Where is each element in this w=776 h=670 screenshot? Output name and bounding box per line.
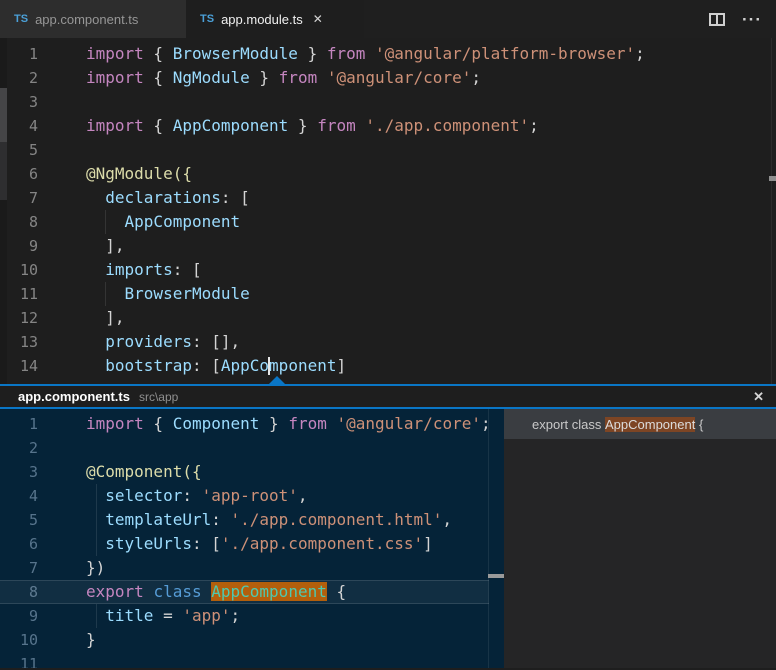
code-text bbox=[38, 652, 86, 668]
code-text: } bbox=[38, 628, 96, 652]
peek-overview-ruler bbox=[488, 409, 504, 668]
code-text: @NgModule({ bbox=[38, 162, 192, 186]
peek-file-path: src\app bbox=[139, 390, 178, 404]
typescript-file-icon: TS bbox=[200, 13, 214, 25]
code-line[interactable]: 1import { BrowserModule } from '@angular… bbox=[0, 42, 776, 66]
code-line[interactable]: 2 bbox=[0, 436, 504, 460]
scrollbar-thumb[interactable] bbox=[0, 88, 7, 142]
code-text: import { Component } from '@angular/core… bbox=[38, 412, 491, 436]
code-line[interactable]: 8export class AppComponent { bbox=[0, 580, 504, 604]
code-line[interactable]: 5 bbox=[0, 138, 776, 162]
code-line[interactable]: 10} bbox=[0, 628, 504, 652]
editor-actions: ··· bbox=[709, 0, 776, 38]
code-text: templateUrl: './app.component.html', bbox=[38, 508, 452, 532]
code-line[interactable]: 10 imports: [ bbox=[0, 258, 776, 282]
peek-overview-ruler-marker bbox=[488, 574, 504, 578]
line-number: 10 bbox=[0, 628, 38, 652]
line-number: 9 bbox=[0, 604, 38, 628]
code-text: providers: [], bbox=[38, 330, 240, 354]
typescript-file-icon: TS bbox=[14, 13, 28, 25]
code-text: AppComponent bbox=[38, 210, 240, 234]
code-line[interactable]: 6 styleUrls: ['./app.component.css'] bbox=[0, 532, 504, 556]
line-number: 3 bbox=[0, 460, 38, 484]
overview-ruler bbox=[771, 38, 772, 384]
code-text: import { NgModule } from '@angular/core'… bbox=[38, 66, 481, 90]
code-editor-app-module[interactable]: 1import { BrowserModule } from '@angular… bbox=[0, 38, 776, 384]
code-text: }) bbox=[38, 556, 105, 580]
code-line[interactable]: 7 declarations: [ bbox=[0, 186, 776, 210]
peek-definition-widget: app.component.ts src\app ✕ 1import { Com… bbox=[0, 384, 776, 670]
peek-body: 1import { Component } from '@angular/cor… bbox=[0, 409, 776, 668]
line-number: 5 bbox=[0, 508, 38, 532]
code-line[interactable]: 13 providers: [], bbox=[0, 330, 776, 354]
overview-ruler-marker bbox=[769, 176, 776, 181]
line-number: 8 bbox=[0, 580, 38, 604]
line-number: 7 bbox=[0, 556, 38, 580]
code-text: ], bbox=[38, 306, 125, 330]
code-text: declarations: [ bbox=[38, 186, 250, 210]
code-text: export class AppComponent { bbox=[38, 580, 346, 604]
reference-item[interactable]: export class AppComponent { bbox=[504, 409, 776, 439]
split-editor-icon[interactable] bbox=[709, 13, 725, 26]
code-line[interactable]: 5 templateUrl: './app.component.html', bbox=[0, 508, 504, 532]
code-text: @Component({ bbox=[38, 460, 202, 484]
code-text bbox=[38, 138, 86, 162]
text-cursor bbox=[268, 357, 270, 375]
more-actions-icon[interactable]: ··· bbox=[742, 13, 762, 26]
code-line[interactable]: 7}) bbox=[0, 556, 504, 580]
code-line[interactable]: 3@Component({ bbox=[0, 460, 504, 484]
code-line[interactable]: 1import { Component } from '@angular/cor… bbox=[0, 412, 504, 436]
line-number: 6 bbox=[0, 532, 38, 556]
peek-code-editor-app-component[interactable]: 1import { Component } from '@angular/cor… bbox=[0, 409, 504, 668]
close-tab-icon[interactable]: ✕ bbox=[313, 12, 323, 26]
code-text: BrowserModule bbox=[38, 282, 250, 306]
code-line[interactable]: 12 ], bbox=[0, 306, 776, 330]
code-text: import { AppComponent } from './app.comp… bbox=[38, 114, 539, 138]
tab-label: app.module.ts bbox=[221, 12, 303, 27]
tab-bar: TS app.component.ts TS app.module.ts ✕ ·… bbox=[0, 0, 776, 38]
code-line[interactable]: 9 ], bbox=[0, 234, 776, 258]
code-line[interactable]: 3 bbox=[0, 90, 776, 114]
line-number: 4 bbox=[0, 484, 38, 508]
reference-text: export class bbox=[532, 417, 605, 432]
code-line[interactable]: 4import { AppComponent } from './app.com… bbox=[0, 114, 776, 138]
line-number: 1 bbox=[0, 412, 38, 436]
code-line[interactable]: 11 bbox=[0, 652, 504, 668]
tab-app-module-ts[interactable]: TS app.module.ts ✕ bbox=[186, 0, 364, 38]
code-line[interactable]: 2import { NgModule } from '@angular/core… bbox=[0, 66, 776, 90]
code-line[interactable]: 9 title = 'app'; bbox=[0, 604, 504, 628]
code-text bbox=[38, 436, 86, 460]
code-text bbox=[38, 90, 86, 114]
reference-text: { bbox=[695, 417, 703, 432]
code-line[interactable]: 8 AppComponent bbox=[0, 210, 776, 234]
code-text: import { BrowserModule } from '@angular/… bbox=[38, 42, 645, 66]
code-line[interactable]: 4 selector: 'app-root', bbox=[0, 484, 504, 508]
code-text: ], bbox=[38, 234, 125, 258]
code-text: imports: [ bbox=[38, 258, 202, 282]
code-line[interactable]: 11 BrowserModule bbox=[0, 282, 776, 306]
left-gutter-strip bbox=[0, 38, 7, 384]
reference-match-text: AppComponent bbox=[605, 417, 695, 432]
peek-references-panel: export class AppComponent { bbox=[504, 409, 776, 668]
peek-header: app.component.ts src\app ✕ bbox=[0, 386, 776, 409]
code-text: styleUrls: ['./app.component.css'] bbox=[38, 532, 433, 556]
line-number: 11 bbox=[0, 652, 38, 668]
peek-file-title: app.component.ts bbox=[18, 389, 130, 404]
scrollbar-track-shade bbox=[0, 142, 7, 200]
code-text: bootstrap: [AppComponent] bbox=[38, 354, 346, 378]
code-text: title = 'app'; bbox=[38, 604, 240, 628]
code-line[interactable]: 6@NgModule({ bbox=[0, 162, 776, 186]
tab-label: app.component.ts bbox=[35, 12, 138, 27]
code-text: selector: 'app-root', bbox=[38, 484, 308, 508]
code-line[interactable]: 14 bootstrap: [AppComponent] bbox=[0, 354, 776, 378]
peek-close-icon[interactable]: ✕ bbox=[753, 389, 764, 405]
line-number: 2 bbox=[0, 436, 38, 460]
tab-app-component-ts[interactable]: TS app.component.ts bbox=[0, 0, 186, 38]
